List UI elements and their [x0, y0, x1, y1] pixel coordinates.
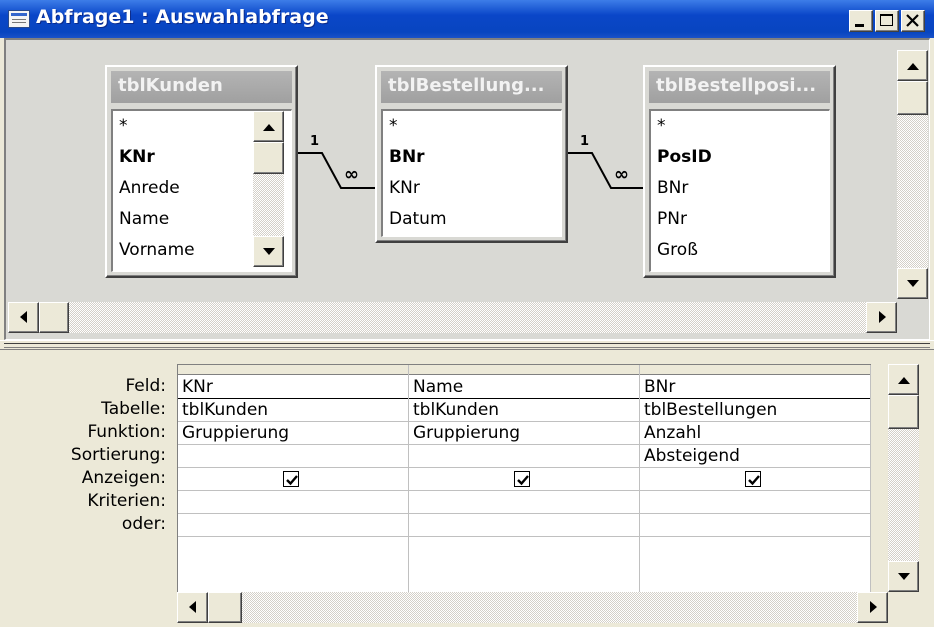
row-label-feld: Feld: — [125, 376, 166, 396]
grid-column-2[interactable]: Name tblKunden Gruppierung — [409, 365, 640, 593]
relationship-many-label: ∞ — [614, 164, 629, 185]
column-selector[interactable] — [409, 365, 639, 375]
query-design-grid-pane: Feld: Tabelle: Funktion: Sortierung: Anz… — [0, 350, 934, 627]
minimize-icon — [855, 24, 864, 27]
grid-hscroll-track[interactable] — [242, 592, 857, 623]
diagram-scroll-down[interactable] — [897, 268, 928, 299]
cell-kriterien[interactable] — [178, 491, 408, 514]
cell-kriterien[interactable] — [409, 491, 639, 514]
grid-column-1[interactable]: KNr tblKunden Gruppierung — [178, 365, 409, 593]
row-label-tabelle: Tabelle: — [101, 399, 166, 419]
cell-funktion[interactable]: Gruppierung — [409, 422, 639, 445]
grid-scroll-right[interactable] — [857, 592, 888, 623]
scroll-left-arrow-icon — [189, 601, 196, 613]
checkbox-checked-icon — [286, 475, 298, 486]
table-diagram-pane[interactable]: tblKunden * KNr Anrede Name Vorname tblB… — [4, 38, 930, 340]
cell-tabelle[interactable]: tblKunden — [178, 399, 408, 422]
grid-column-3[interactable]: BNr tblBestellungen Anzahl Absteigend — [640, 365, 871, 593]
relationship-one-label: 1 — [310, 134, 320, 149]
relationship-many-label: ∞ — [344, 164, 359, 185]
cell-sortierung[interactable] — [409, 445, 639, 468]
cell-tabelle[interactable]: tblBestellungen — [640, 399, 870, 422]
diagram-scroll-left[interactable] — [8, 302, 39, 333]
grid-scroll-down[interactable] — [888, 561, 919, 592]
query-window: Abfrage1 : Auswahlabfrage tblKunden * KN… — [0, 0, 934, 627]
diagram-hscroll-thumb[interactable] — [39, 302, 69, 333]
diagram-vscroll-thumb[interactable] — [897, 81, 928, 115]
grid-vscroll-thumb[interactable] — [888, 395, 919, 429]
relationship-one-label: 1 — [580, 134, 590, 149]
cell-sortierung[interactable] — [178, 445, 408, 468]
scroll-left-arrow-icon — [20, 311, 27, 323]
grid-scroll-up[interactable] — [888, 364, 919, 395]
checkbox-checked-icon — [517, 475, 529, 486]
diagram-scroll-right[interactable] — [866, 302, 897, 333]
scroll-down-arrow-icon — [907, 280, 919, 287]
grid-scroll-left[interactable] — [177, 592, 208, 623]
query-window-icon[interactable] — [8, 10, 30, 28]
relationship-line-bestellungen-positionen[interactable] — [568, 152, 643, 189]
maximize-icon — [880, 14, 893, 26]
grid-vscroll-track[interactable] — [888, 429, 919, 561]
cell-tabelle[interactable]: tblKunden — [409, 399, 639, 422]
column-selector[interactable] — [640, 365, 870, 375]
relationship-lines — [298, 152, 643, 189]
scroll-up-arrow-icon — [907, 63, 919, 70]
column-selector[interactable] — [178, 365, 408, 375]
cell-feld[interactable]: Name — [409, 376, 639, 399]
maximize-button[interactable] — [875, 10, 899, 32]
cell-funktion[interactable]: Anzahl — [640, 422, 870, 445]
cell-sortierung[interactable]: Absteigend — [640, 445, 870, 468]
row-label-kriterien: Kriterien: — [87, 491, 166, 511]
cell-funktion[interactable]: Gruppierung — [178, 422, 408, 445]
show-checkbox[interactable] — [514, 471, 530, 487]
title-bar[interactable]: Abfrage1 : Auswahlabfrage — [0, 0, 934, 38]
scroll-right-arrow-icon — [870, 601, 877, 613]
cell-anzeigen[interactable] — [640, 468, 870, 491]
close-button[interactable] — [901, 10, 925, 32]
diagram-vscroll-track[interactable] — [897, 115, 928, 268]
pane-splitter[interactable] — [0, 340, 934, 350]
checkbox-checked-icon — [748, 475, 760, 486]
row-label-sortierung: Sortierung: — [70, 445, 166, 465]
cell-oder[interactable] — [409, 514, 639, 537]
splitter-bar — [4, 343, 930, 348]
scroll-right-arrow-icon — [879, 311, 886, 323]
diagram-scroll-up[interactable] — [897, 50, 928, 81]
grid-hscroll-thumb[interactable] — [208, 592, 242, 623]
diagram-hscroll-track[interactable] — [69, 302, 866, 333]
cell-feld[interactable]: KNr — [178, 376, 408, 399]
close-icon — [906, 14, 919, 27]
cell-anzeigen[interactable] — [178, 468, 408, 491]
window-title: Abfrage1 : Auswahlabfrage — [36, 6, 329, 28]
relationship-line-kunden-bestellungen[interactable] — [298, 152, 375, 189]
cell-oder[interactable] — [640, 514, 870, 537]
minimize-button[interactable] — [849, 10, 873, 32]
row-label-oder: oder: — [121, 514, 166, 534]
show-checkbox[interactable] — [745, 471, 761, 487]
cell-oder[interactable] — [178, 514, 408, 537]
cell-kriterien[interactable] — [640, 491, 870, 514]
row-label-anzeigen: Anzeigen: — [81, 468, 166, 488]
cell-feld[interactable]: BNr — [640, 376, 870, 399]
row-label-funktion: Funktion: — [87, 422, 166, 442]
scroll-up-arrow-icon — [898, 377, 910, 384]
scroll-down-arrow-icon — [898, 573, 910, 580]
show-checkbox[interactable] — [283, 471, 299, 487]
query-grid[interactable]: KNr tblKunden Gruppierung Name tblKunden… — [177, 364, 871, 593]
cell-anzeigen[interactable] — [409, 468, 639, 491]
